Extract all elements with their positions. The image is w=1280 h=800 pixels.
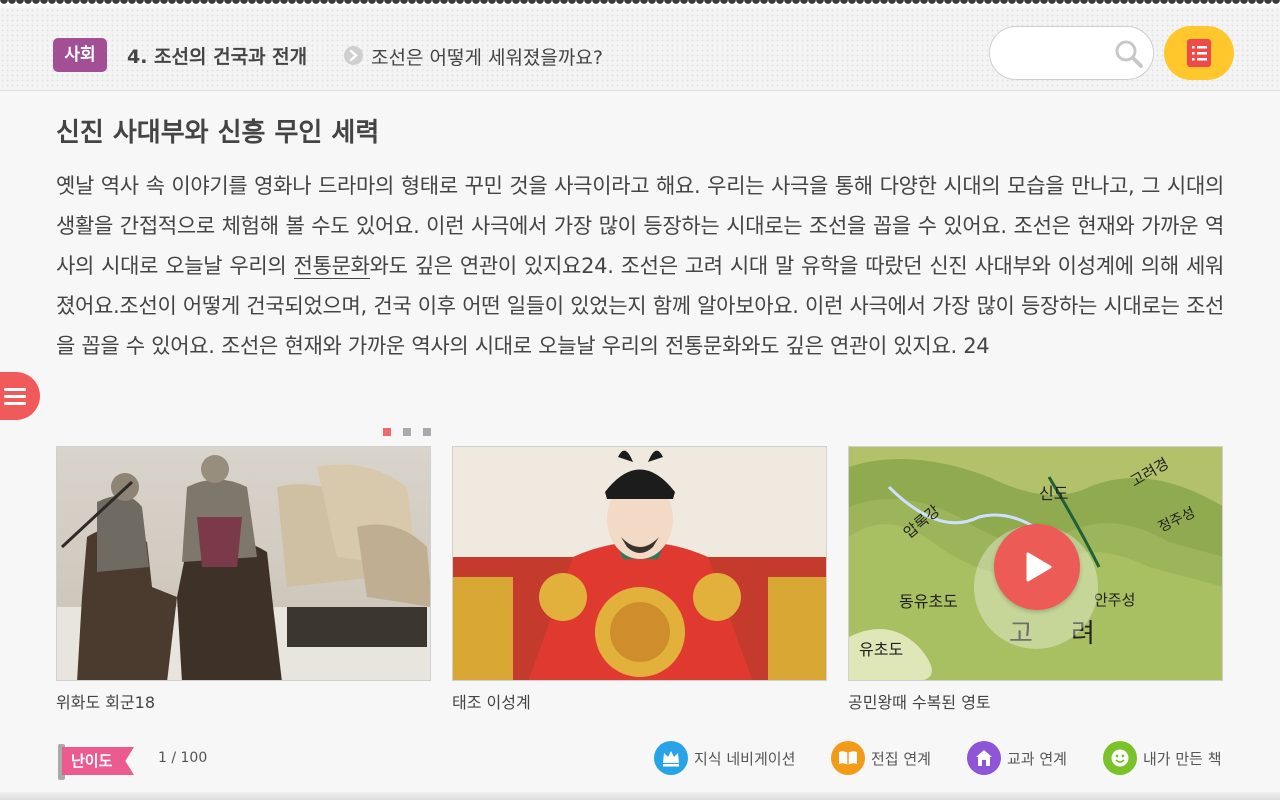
open-book-icon (831, 741, 865, 775)
difficulty-badge: 난이도 (58, 744, 134, 780)
image-card[interactable]: 위화도 회군18 (56, 446, 431, 713)
image-caption: 공민왕때 수복된 영토 (848, 693, 991, 712)
section-title: 신진 사대부와 신흥 무인 세력 (56, 118, 380, 148)
wihwado-retreat-image[interactable] (56, 446, 431, 681)
goryeo-territory-map-video[interactable]: 신도 압록강 고려경 정주성 동유초도 안주성 유초도 고 려 (848, 446, 1223, 681)
image-card[interactable]: 태조 이성계 (452, 446, 827, 713)
glossary-term-link[interactable]: 전통문화 (293, 254, 370, 279)
footer-link-label: 교과 연계 (1007, 750, 1067, 768)
footer-link-label: 내가 만든 책 (1143, 750, 1222, 768)
image-caption: 태조 이성계 (452, 693, 531, 712)
school-icon (967, 741, 1001, 775)
lesson-title: 조선은 어떻게 세워졌을까요? (371, 47, 603, 69)
carousel-dot[interactable] (383, 428, 391, 436)
play-button[interactable] (994, 524, 1080, 610)
taejo-portrait-image[interactable] (452, 446, 827, 681)
map-label: 신도 (1039, 484, 1068, 503)
textbook-button[interactable] (1164, 26, 1234, 80)
search-box[interactable] (989, 26, 1154, 80)
footer-link-label: 전집 연계 (871, 750, 931, 768)
carousel-dot[interactable] (403, 428, 411, 436)
search-input[interactable] (1006, 39, 1106, 67)
map-label: 동유초도 (899, 592, 958, 611)
footer-bar: 난이도 1 / 100 지식 네비게이션 전집 연계 교과 연계 내가 만든 책 (0, 730, 1280, 800)
image-caption: 위화도 회군18 (56, 693, 156, 712)
top-decorative-border (0, 0, 1280, 8)
map-label: 유초도 (859, 640, 903, 659)
document-list-icon (1187, 39, 1211, 67)
carousel-dot[interactable] (423, 428, 431, 436)
chapter-title: 4. 조선의 건국과 전개 (127, 46, 308, 68)
menu-icon (4, 388, 26, 405)
side-menu-button[interactable] (0, 372, 40, 420)
bottom-edge (0, 792, 1280, 800)
image-card[interactable]: 신도 압록강 고려경 정주성 동유초도 안주성 유초도 고 려 공민왕때 수복된… (848, 446, 1223, 713)
smile-icon (1103, 741, 1137, 775)
search-icon[interactable] (1114, 39, 1144, 69)
header-bar: 사회 4. 조선의 건국과 전개 조선은 어떻게 세워졌을까요? (0, 8, 1280, 91)
subject-badge: 사회 (53, 38, 107, 72)
crown-icon (654, 741, 688, 775)
play-icon (1026, 552, 1052, 582)
footer-link-label: 지식 네비게이션 (694, 750, 796, 768)
arrow-right-icon (344, 46, 363, 65)
page-indicator: 1 / 100 (158, 750, 208, 766)
body-paragraph: 옛날 역사 속 이야기를 영화나 드라마의 형태로 꾸민 것을 사극이라고 해요… (56, 166, 1224, 366)
difficulty-label: 난이도 (62, 747, 134, 775)
map-label: 안주성 (1094, 591, 1135, 609)
